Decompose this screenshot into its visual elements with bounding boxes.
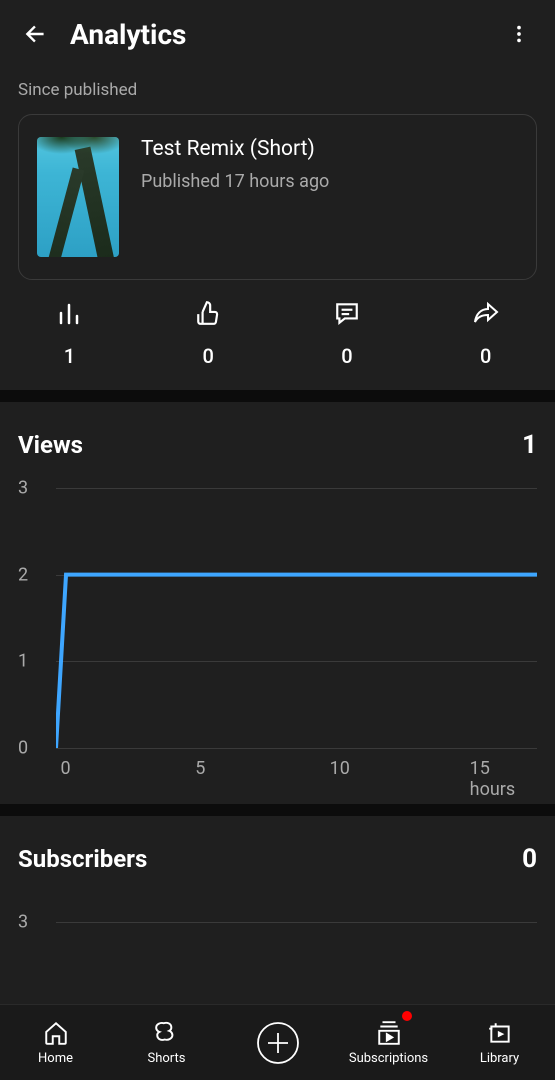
- stat-views[interactable]: 1: [0, 300, 139, 368]
- subscribers-title: Subscribers: [18, 845, 147, 873]
- since-published-label: Since published: [0, 68, 555, 114]
- comment-icon: [334, 300, 360, 326]
- x-tick: 15 hours: [470, 758, 537, 800]
- stat-views-value: 1: [64, 344, 75, 368]
- video-published-meta: Published 17 hours ago: [141, 171, 518, 192]
- notification-badge: [402, 1011, 412, 1021]
- nav-subscriptions-label: Subscriptions: [349, 1051, 428, 1066]
- share-icon: [472, 300, 500, 326]
- y-tick: 3: [18, 912, 28, 933]
- home-icon: [43, 1019, 69, 1047]
- nav-home[interactable]: Home: [0, 1005, 111, 1080]
- arrow-left-icon: [23, 21, 49, 47]
- y-tick: 0: [18, 738, 28, 759]
- y-tick: 2: [18, 564, 28, 585]
- bottom-nav: Home Shorts Subscriptions Library: [0, 1004, 555, 1080]
- stat-comments[interactable]: 0: [278, 300, 417, 368]
- library-icon: [487, 1019, 513, 1047]
- stat-shares[interactable]: 0: [416, 300, 555, 368]
- x-tick: 0: [61, 758, 71, 779]
- nav-shorts[interactable]: Shorts: [111, 1005, 222, 1080]
- page-title: Analytics: [70, 18, 499, 51]
- thumbs-up-icon: [195, 300, 221, 326]
- nav-shorts-label: Shorts: [148, 1051, 186, 1066]
- y-tick: 3: [18, 478, 28, 499]
- nav-home-label: Home: [38, 1051, 73, 1066]
- views-chart: 3 2 1 0 0 5 10 15 hours: [18, 488, 537, 788]
- nav-library-label: Library: [480, 1051, 519, 1066]
- nav-subscriptions[interactable]: Subscriptions: [333, 1005, 444, 1080]
- views-value: 1: [522, 430, 537, 460]
- shorts-icon: [154, 1019, 180, 1047]
- subscribers-section: Subscribers 0 3: [0, 816, 555, 942]
- stat-shares-value: 0: [480, 344, 491, 368]
- stats-row: 1 0 0 0: [0, 280, 555, 390]
- video-card[interactable]: Test Remix (Short) Published 17 hours ag…: [18, 114, 537, 280]
- x-tick: 10: [330, 758, 350, 779]
- nav-create[interactable]: [222, 1005, 333, 1080]
- stat-likes[interactable]: 0: [139, 300, 278, 368]
- stat-likes-value: 0: [202, 344, 213, 368]
- subscriptions-icon: [376, 1019, 402, 1047]
- nav-library[interactable]: Library: [444, 1005, 555, 1080]
- stat-comments-value: 0: [341, 344, 352, 368]
- views-title: Views: [18, 431, 83, 459]
- x-tick: 5: [195, 758, 205, 779]
- plus-circle-icon: [256, 1029, 300, 1057]
- more-options-button[interactable]: [499, 14, 539, 54]
- subscribers-value: 0: [522, 844, 537, 874]
- more-vertical-icon: [508, 23, 530, 45]
- video-thumbnail: [37, 137, 119, 257]
- views-bars-icon: [55, 300, 83, 326]
- views-section: Views 1 3 2 1 0 0 5 10 15 hours: [0, 402, 555, 788]
- y-tick: 1: [18, 651, 28, 672]
- video-title: Test Remix (Short): [141, 137, 518, 161]
- back-button[interactable]: [16, 14, 56, 54]
